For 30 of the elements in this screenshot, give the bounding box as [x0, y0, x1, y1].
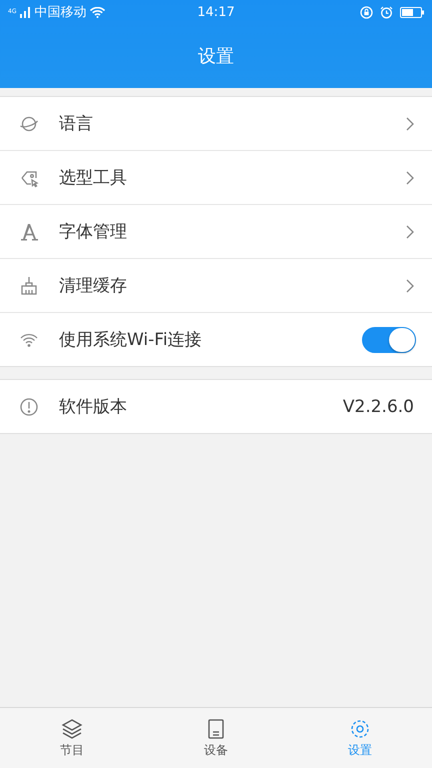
row-label: 语言 [59, 113, 94, 135]
layers-icon [60, 718, 84, 740]
rotation-lock-icon [360, 6, 373, 18]
tab-item[interactable]: 节目 [0, 708, 144, 768]
chevron-right-icon [406, 170, 414, 184]
chevron-right-icon [406, 116, 414, 130]
chevron-right-icon [406, 278, 414, 292]
carrier-name: 中国移动 [34, 4, 86, 21]
settings-row[interactable]: 选型工具 [0, 151, 432, 205]
toggle-switch[interactable] [362, 326, 416, 352]
settings-row[interactable]: 软件版本 V2.2.6.0 [0, 380, 432, 433]
signal-icon [20, 6, 30, 18]
version-value: V2.2.6.0 [342, 396, 414, 416]
settings-row[interactable]: 字体管理 [0, 205, 432, 259]
chevron-right-icon [406, 224, 414, 238]
info-icon [18, 396, 40, 418]
settings-row[interactable]: 清理缓存 [0, 259, 432, 313]
alarm-icon [380, 6, 393, 18]
tab-item[interactable]: 设备 [144, 708, 288, 768]
wifi-icon [90, 6, 106, 18]
row-label: 使用系统Wi-Fi连接 [59, 329, 203, 351]
page-title: 设置 [198, 45, 234, 68]
row-label: 选型工具 [59, 167, 128, 189]
settings-row[interactable]: 使用系统Wi-Fi连接 [0, 313, 432, 366]
settings-row[interactable]: 语言 [0, 97, 432, 151]
row-label: 字体管理 [59, 221, 128, 243]
row-label: 清理缓存 [59, 275, 128, 297]
row-label: 软件版本 [59, 396, 128, 418]
status-time: 14:17 [197, 4, 235, 20]
battery-icon [400, 6, 424, 18]
